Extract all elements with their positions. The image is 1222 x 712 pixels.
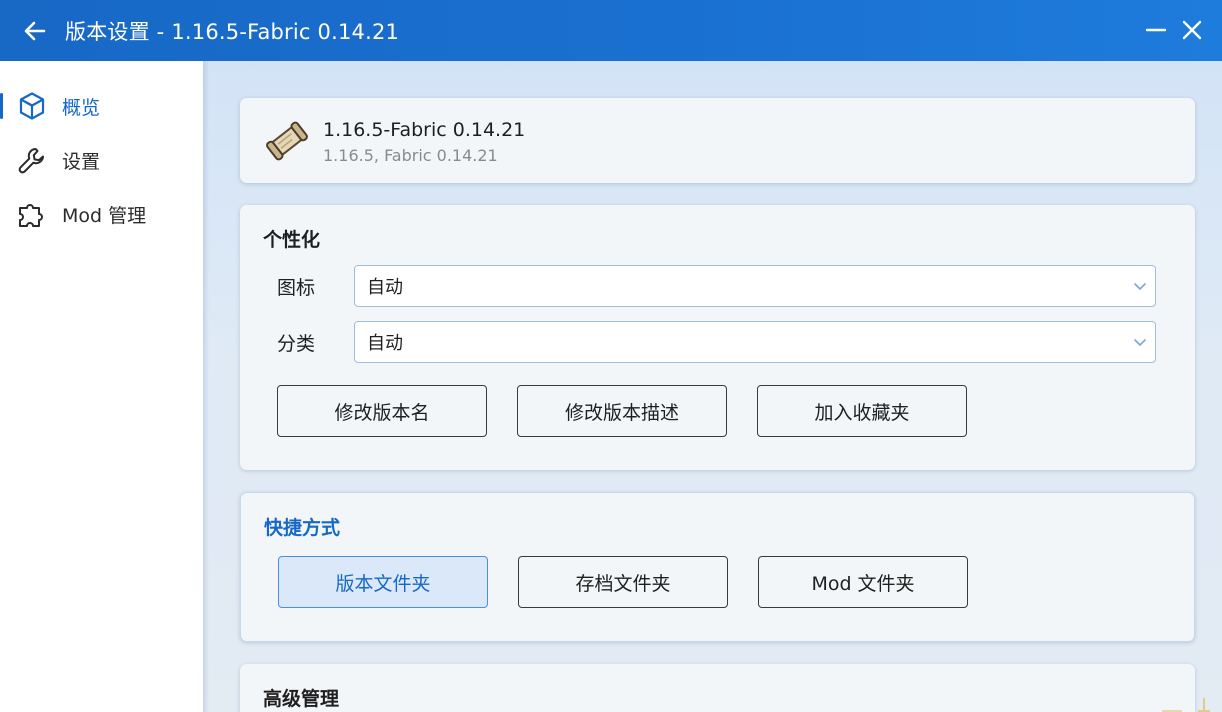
saves-folder-button[interactable]: 存档文件夹: [518, 556, 728, 608]
sidebar-item-overview[interactable]: 概览: [0, 79, 203, 133]
category-select[interactable]: 自动: [354, 321, 1156, 363]
decorative-sparkle-icon: [1162, 698, 1210, 712]
rename-version-button[interactable]: 修改版本名: [277, 385, 487, 437]
category-field-label: 分类: [277, 333, 316, 355]
close-button[interactable]: [1174, 12, 1210, 48]
chevron-down-icon: [1134, 283, 1146, 291]
sidebar-item-mod-management[interactable]: Mod 管理: [0, 187, 203, 241]
edit-description-button[interactable]: 修改版本描述: [517, 385, 727, 437]
minimize-icon: [1145, 28, 1167, 32]
personalization-card: 个性化 图标 自动 分类 自动 修改版本名 修改版本描述 加入收藏夹: [240, 205, 1195, 470]
section-title-personalization: 个性化: [263, 229, 321, 251]
scroll-icon: [266, 121, 308, 161]
window-title: 版本设置 - 1.16.5-Fabric 0.14.21: [65, 19, 400, 44]
mod-folder-button[interactable]: Mod 文件夹: [758, 556, 968, 608]
shortcuts-card: 快捷方式 版本文件夹 存档文件夹 Mod 文件夹: [240, 492, 1195, 642]
section-title-shortcuts: 快捷方式: [264, 517, 341, 539]
main-content[interactable]: 1.16.5-Fabric 0.14.21 1.16.5, Fabric 0.1…: [203, 61, 1222, 712]
title-bar: 版本设置 - 1.16.5-Fabric 0.14.21: [0, 0, 1222, 61]
icon-field-label: 图标: [277, 277, 316, 299]
version-description: 1.16.5, Fabric 0.14.21: [323, 146, 498, 165]
icon-select[interactable]: 自动: [354, 265, 1156, 307]
version-folder-button[interactable]: 版本文件夹: [278, 556, 488, 608]
close-icon: [1182, 20, 1202, 40]
sidebar-item-label: 概览: [62, 96, 101, 119]
section-title-advanced: 高级管理: [263, 688, 340, 710]
puzzle-icon: [19, 204, 43, 227]
wrench-icon: [18, 148, 44, 174]
icon-select-value: 自动: [367, 277, 403, 298]
cube-icon: [19, 92, 45, 120]
minimize-button[interactable]: [1138, 12, 1174, 48]
sidebar: 概览 设置 Mod 管理: [0, 61, 203, 712]
back-button[interactable]: [17, 13, 53, 49]
version-name: 1.16.5-Fabric 0.14.21: [323, 119, 526, 141]
arrow-left-icon: [24, 21, 46, 40]
advanced-card: 高级管理: [240, 664, 1195, 712]
category-select-value: 自动: [367, 333, 403, 354]
chevron-down-icon: [1134, 339, 1146, 347]
version-header-card: 1.16.5-Fabric 0.14.21 1.16.5, Fabric 0.1…: [240, 98, 1195, 183]
sidebar-item-settings[interactable]: 设置: [0, 133, 203, 187]
sidebar-item-label: 设置: [62, 150, 101, 173]
add-to-favorites-button[interactable]: 加入收藏夹: [757, 385, 967, 437]
sidebar-item-label: Mod 管理: [62, 204, 147, 227]
sidebar-nav: 概览 设置 Mod 管理: [0, 61, 203, 241]
